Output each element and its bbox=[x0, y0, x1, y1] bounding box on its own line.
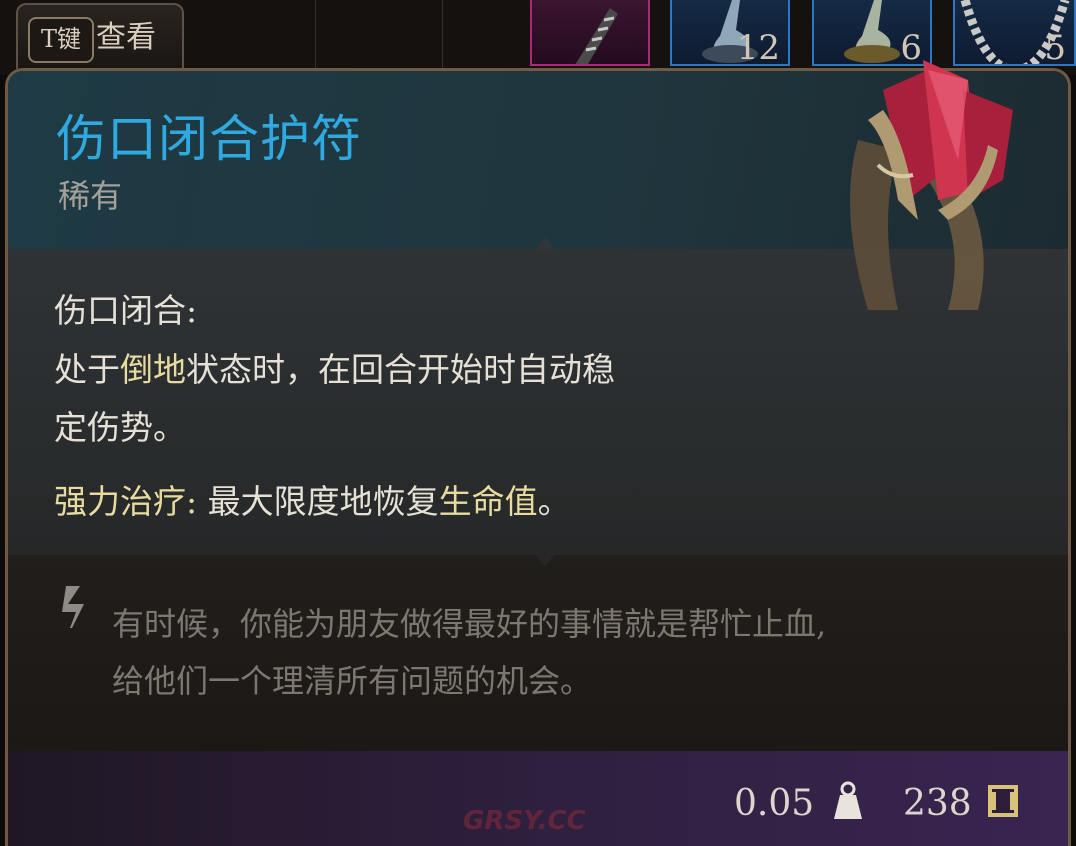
lore-text-line: 有时候，你能为朋友做得最好的事情就是帮忙止血, bbox=[112, 605, 827, 643]
item-rarity: 稀有 bbox=[58, 177, 123, 215]
t-key-badge: T键 bbox=[28, 17, 94, 63]
slot-count: 12 bbox=[736, 28, 780, 66]
inspect-button[interactable]: T键 查看 bbox=[16, 3, 184, 69]
weight-icon bbox=[834, 781, 862, 819]
amulet-artwork-icon bbox=[850, 60, 1013, 310]
heal-description: 强力治疗: 最大限度地恢复生命值。 bbox=[54, 482, 571, 521]
slot-divider bbox=[315, 0, 316, 70]
ability-description-line: 处于倒地状态时，在回合开始时自动稳 bbox=[54, 350, 615, 389]
inventory-slot-blade[interactable] bbox=[530, 0, 650, 66]
heal-keyword[interactable]: 强力治疗: bbox=[54, 482, 197, 521]
slot-divider bbox=[442, 0, 443, 70]
lore-text-line: 给他们一个理清所有问题的机会。 bbox=[112, 662, 593, 700]
section-notch bbox=[536, 555, 554, 567]
downed-keyword[interactable]: 倒地 bbox=[120, 350, 186, 389]
item-weight: 0.05 bbox=[734, 783, 815, 824]
item-title: 伤口闭合护符 bbox=[56, 110, 362, 168]
ability-description-line: 定伤势。 bbox=[54, 408, 186, 447]
tooltip-lore-section bbox=[8, 555, 1068, 751]
inspect-label: 查看 bbox=[96, 20, 156, 55]
item-value: 238 bbox=[903, 783, 972, 824]
hit-points-keyword[interactable]: 生命值 bbox=[439, 482, 538, 521]
ability-title: 伤口闭合: bbox=[54, 291, 198, 330]
section-notch bbox=[536, 237, 554, 249]
watermark: GRSY.CC bbox=[463, 806, 586, 836]
serrated-blade-icon bbox=[575, 8, 618, 64]
gold-coin-icon bbox=[988, 785, 1018, 817]
inventory-slot-potion-1[interactable]: 12 bbox=[670, 0, 790, 66]
quote-mark-icon bbox=[62, 586, 84, 628]
